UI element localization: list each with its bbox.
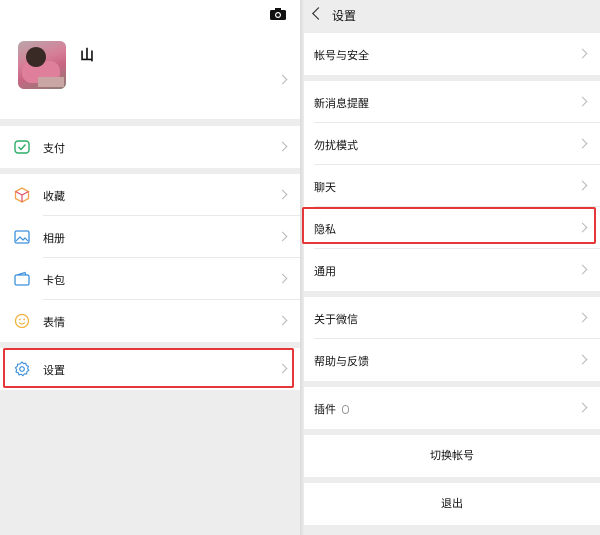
chevron-right-icon [577, 264, 588, 275]
logout-button[interactable]: 退出 [304, 483, 600, 525]
menu-item-label: 表情 [43, 316, 65, 329]
menu-item-label: 收藏 [43, 190, 65, 203]
menu-item-album[interactable]: 相册 [0, 216, 300, 258]
nav-bar: 设置 [304, 0, 600, 30]
card-wallet-icon [14, 271, 30, 286]
page-title: 设置 [332, 9, 357, 23]
menu-item-stickers[interactable]: 表情 [0, 300, 300, 342]
chevron-right-icon [577, 96, 588, 107]
settings-page: 设置 帐号与安全 新消息提醒 勿扰模式 聊天 隐私 通用 关于微信 帮助与反馈 … [302, 0, 600, 535]
menu-item-label: 设置 [43, 364, 65, 377]
chevron-right-icon [277, 74, 288, 85]
camera-icon[interactable] [270, 8, 286, 20]
settings-item-label: 隐私 [314, 223, 336, 236]
settings-item-do-not-disturb[interactable]: 勿扰模式 [304, 123, 600, 165]
chevron-right-icon [577, 354, 588, 365]
settings-item-notifications[interactable]: 新消息提醒 [304, 81, 600, 123]
profile-name: 山 [80, 48, 94, 64]
chevron-right-icon [577, 48, 588, 59]
settings-item-label: 帮助与反馈 [314, 355, 369, 368]
settings-item-help-feedback[interactable]: 帮助与反馈 [304, 339, 600, 381]
settings-item-account-security[interactable]: 帐号与安全 [304, 33, 600, 75]
settings-item-label: 帐号与安全 [314, 49, 369, 62]
sticker-icon [14, 313, 30, 329]
chevron-right-icon [577, 138, 588, 149]
menu-item-label: 卡包 [43, 274, 65, 287]
settings-item-label: 勿扰模式 [314, 139, 358, 152]
settings-icon [14, 361, 30, 377]
settings-item-label: 通用 [314, 265, 336, 278]
plugins-group: 插件 [304, 387, 600, 429]
settings-item-chat[interactable]: 聊天 [304, 165, 600, 207]
menu-item-card-wallet[interactable]: 卡包 [0, 258, 300, 300]
settings-item-plugins[interactable]: 插件 [304, 387, 600, 429]
chevron-right-icon [277, 141, 288, 152]
chevron-right-icon [577, 222, 588, 233]
settings-item-label: 聊天 [314, 181, 336, 194]
settings-group: 设置 [0, 348, 300, 390]
chevron-right-icon [577, 312, 588, 323]
settings-item-privacy[interactable]: 隐私 [304, 207, 600, 249]
account-group: 帐号与安全 [304, 33, 600, 75]
settings-item-label: 关于微信 [314, 313, 358, 326]
menu-item-label: 相册 [43, 232, 65, 245]
settings-item-about[interactable]: 关于微信 [304, 297, 600, 339]
album-icon [14, 230, 30, 244]
avatar[interactable] [18, 41, 66, 89]
chevron-right-icon [277, 363, 288, 374]
pay-icon [14, 140, 30, 154]
menu-item-label: 支付 [43, 142, 65, 155]
menu-item-settings[interactable]: 设置 [0, 348, 300, 390]
pay-group: 支付 [0, 126, 300, 168]
chevron-right-icon [577, 180, 588, 191]
menu-item-favorites[interactable]: 收藏 [0, 174, 300, 216]
plugin-shield-icon [342, 405, 349, 414]
about-group: 关于微信 帮助与反馈 [304, 297, 600, 381]
settings-item-label-wrap: 插件 [314, 401, 349, 417]
settings-item-label: 插件 [314, 403, 336, 416]
chevron-right-icon [577, 402, 588, 413]
chevron-right-icon [277, 315, 288, 326]
chevron-right-icon [277, 273, 288, 284]
me-page: 山 支付 收藏 相册 卡包 表情 设置 [0, 0, 300, 535]
back-arrow-icon[interactable] [312, 7, 325, 20]
profile-card[interactable]: 山 [0, 0, 300, 119]
menu-item-pay[interactable]: 支付 [0, 126, 300, 168]
switch-account-button[interactable]: 切换帐号 [304, 435, 600, 477]
settings-item-general[interactable]: 通用 [304, 249, 600, 291]
favorites-icon [14, 187, 30, 203]
chevron-right-icon [277, 189, 288, 200]
chevron-right-icon [277, 231, 288, 242]
settings-item-label: 新消息提醒 [314, 97, 369, 110]
general-settings-group: 新消息提醒 勿扰模式 聊天 隐私 通用 [304, 81, 600, 291]
features-group: 收藏 相册 卡包 表情 [0, 174, 300, 342]
